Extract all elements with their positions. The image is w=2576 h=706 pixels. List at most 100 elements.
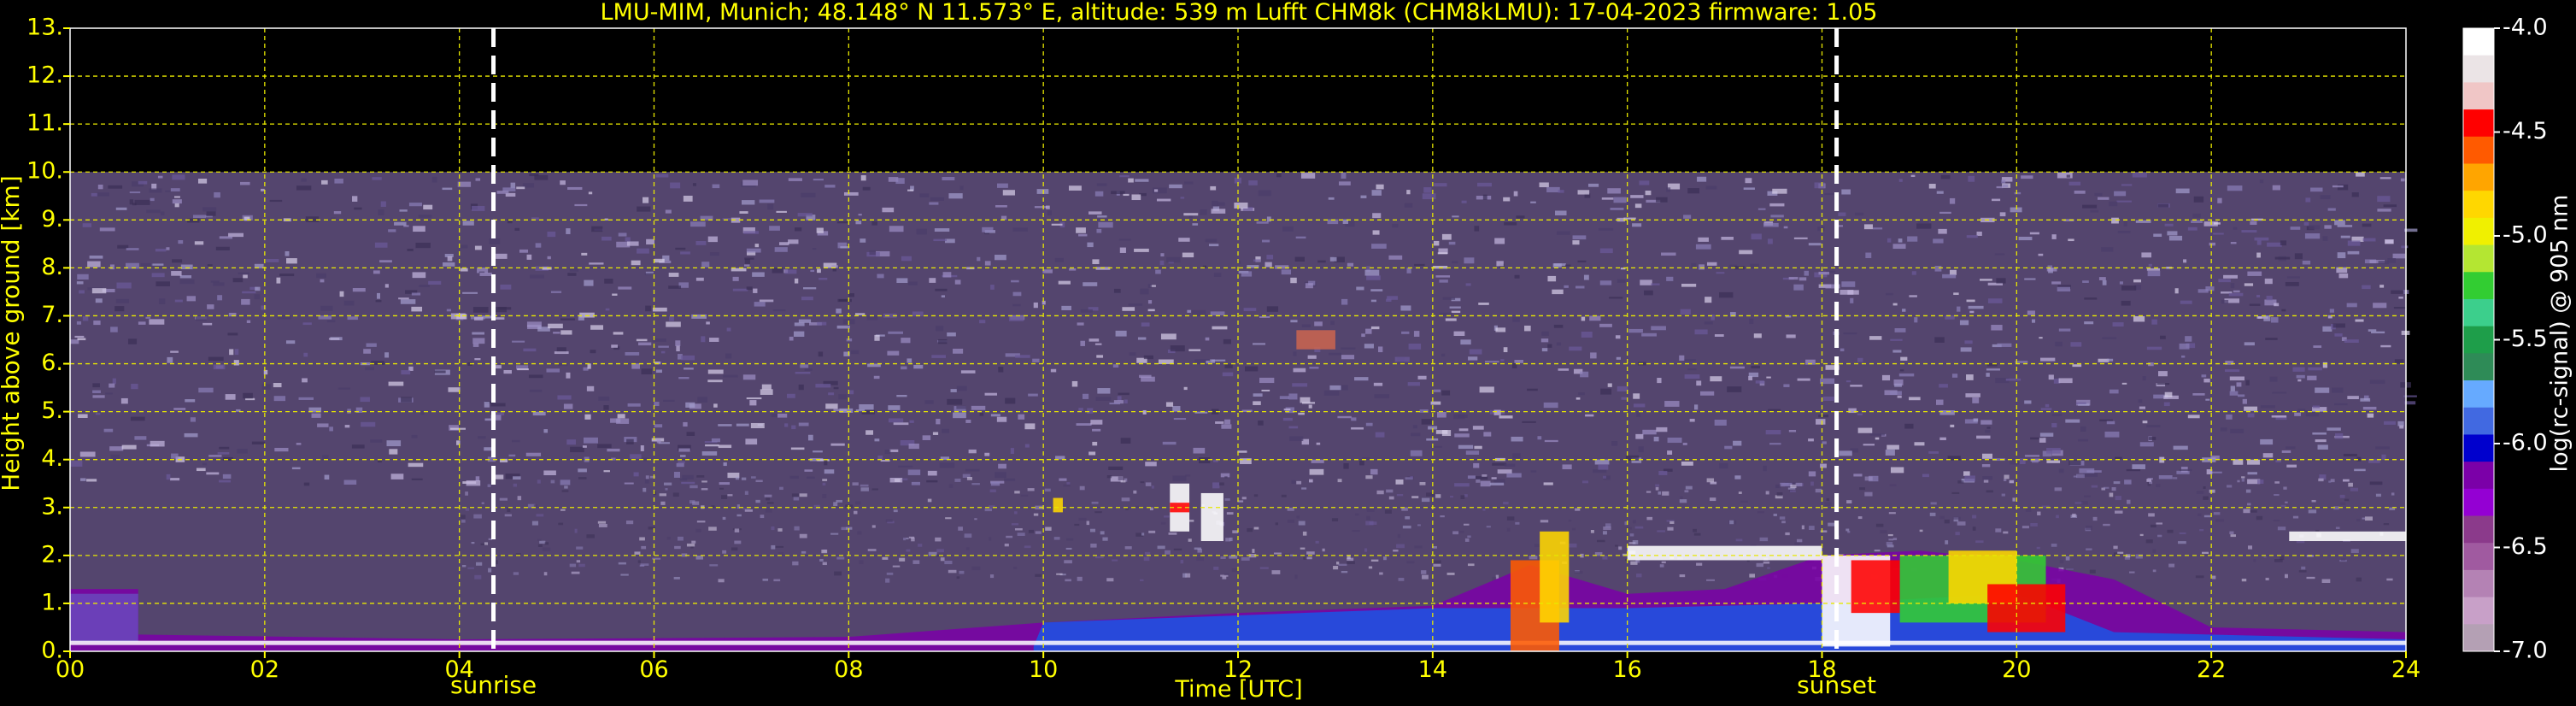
noise-speckle [2139,533,2144,537]
noise-speckle [542,547,551,552]
noise-speckle [1632,520,1636,524]
noise-speckle [2269,376,2278,382]
noise-speckle [907,281,918,285]
noise-speckle [1298,521,1306,526]
noise-speckle [2185,336,2192,342]
noise-speckle [794,278,799,284]
noise-speckle [92,395,105,398]
noise-speckle [701,480,707,483]
noise-speckle [526,254,532,260]
noise-speckle [598,396,610,401]
noise-speckle [885,519,893,522]
noise-speckle [821,550,828,554]
noise-speckle [2175,188,2190,194]
noise-speckle [888,405,901,410]
noise-speckle [1939,437,1946,441]
noise-speckle [213,282,225,286]
noise-speckle [2149,481,2153,485]
noise-speckle [2102,279,2107,285]
noise-speckle [150,440,165,447]
noise-speckle [911,481,920,485]
noise-speckle [1479,386,1494,393]
noise-speckle [1680,309,1691,315]
noise-speckle [1293,351,1297,356]
noise-speckle [2308,225,2321,230]
noise-speckle [2324,225,2332,229]
noise-speckle [1486,526,1491,528]
noise-speckle [2114,191,2127,197]
noise-speckle [1569,346,1582,351]
noise-speckle [1986,427,1991,429]
noise-speckle [2111,487,2116,491]
noise-speckle [2227,185,2243,191]
noise-speckle [112,378,116,385]
noise-speckle [499,497,508,501]
noise-speckle [908,443,919,450]
noise-speckle [1378,346,1383,353]
noise-speckle [225,394,236,400]
noise-speckle [399,209,408,212]
noise-speckle [1309,468,1324,475]
noise-speckle [2347,396,2359,400]
noise-speckle [1797,378,1810,381]
noise-speckle [927,470,937,476]
noise-speckle [2367,413,2374,418]
noise-speckle [1000,215,1007,221]
noise-speckle [1547,344,1552,348]
noise-speckle [1458,414,1468,418]
noise-speckle [1917,221,1929,224]
noise-speckle [2247,472,2257,475]
noise-speckle [173,408,186,410]
noise-speckle [1793,284,1804,291]
noise-speckle [1074,523,1080,527]
noise-speckle [2072,513,2076,517]
noise-speckle [523,348,537,352]
noise-speckle [1543,482,1553,485]
noise-speckle [2148,437,2156,440]
noise-speckle [1071,380,1078,387]
noise-speckle [2051,281,2062,285]
noise-speckle [775,545,784,548]
noise-speckle [302,378,308,383]
noise-speckle [574,203,588,207]
noise-speckle [1599,280,1612,285]
cloud-patch [1296,330,1335,350]
noise-speckle [2313,345,2322,348]
noise-speckle [1934,266,1942,272]
noise-speckle [150,197,155,202]
noise-speckle [1449,496,1454,498]
noise-speckle [643,487,647,492]
noise-speckle [2243,509,2250,514]
noise-speckle [1957,306,1961,312]
noise-speckle [1109,403,1121,405]
noise-speckle [1628,328,1643,333]
noise-speckle [560,479,571,485]
noise-speckle [1458,428,1469,432]
noise-speckle [1922,474,1929,478]
noise-speckle [1097,388,1111,394]
noise-speckle [1258,190,1271,197]
noise-speckle [1288,393,1298,400]
y-tick-label: 2. [41,541,63,568]
noise-speckle [692,183,696,186]
noise-speckle [2139,406,2145,409]
noise-speckle [178,239,184,244]
noise-speckle [2328,480,2332,483]
noise-speckle [1632,539,1639,544]
noise-speckle [1097,215,1107,218]
noise-speckle [489,238,501,244]
noise-speckle [129,191,141,194]
noise-speckle [1669,521,1675,524]
noise-speckle [2070,342,2082,347]
cloud-patch [1987,584,2066,632]
noise-speckle [261,305,267,310]
noise-speckle [677,536,684,541]
noise-speckle [79,451,96,457]
noise-speckle [2400,178,2405,182]
noise-speckle [1372,230,1380,235]
noise-speckle [129,199,134,205]
noise-speckle [1683,215,1692,219]
noise-speckle [2102,337,2117,339]
noise-speckle [2001,493,2005,497]
noise-speckle [2245,489,2251,493]
